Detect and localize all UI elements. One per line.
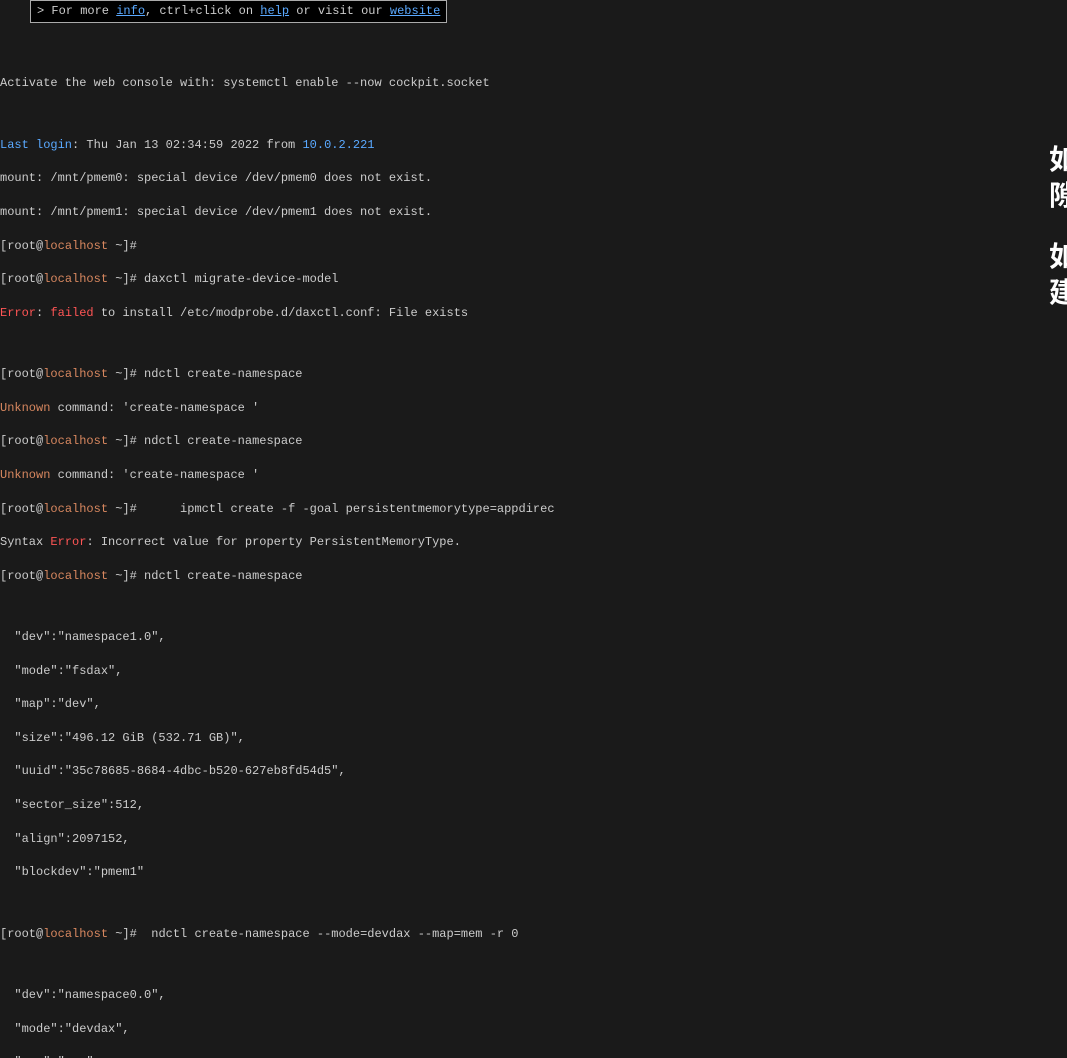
hostname: localhost [43, 239, 108, 253]
failed-word: failed [50, 306, 93, 320]
unknown-2: Unknown command: 'create-namespace ' [0, 467, 1067, 484]
json-ns0-mode: "mode":"devdax", [0, 1021, 1067, 1038]
website-link[interactable]: website [390, 4, 440, 18]
prompt-ndctl-1: [root@localhost ~]# ndctl create-namespa… [0, 366, 1067, 383]
prompt-ndctl-3: [root@localhost ~]# ndctl create-namespa… [0, 568, 1067, 585]
cn-line-2: 隙 [1049, 176, 1067, 212]
daxctl-error: libdaxctl: Error: failed to install /etc… [0, 305, 1067, 322]
json-ns1-align: "align":2097152, [0, 831, 1067, 848]
json-ns1-blk: "blockdev":"pmem1" [0, 864, 1067, 881]
login-ip: 10.0.2.221 [302, 138, 374, 152]
cn-line-1: 如 [1049, 140, 1067, 176]
json-ns1-sect: "sector_size":512, [0, 797, 1067, 814]
syntax-error: Syntax Error: Incorrect value for proper… [0, 534, 1067, 551]
help-bar: > For more info, ctrl+click on help or v… [30, 0, 447, 23]
prompt-daxctl: [root@localhost ~]# daxctl migrate-devic… [0, 271, 1067, 288]
prompt-ipmctl: [root@localhost ~]# ipmctl create -f -go… [0, 501, 1067, 518]
json-ns1-dev: "dev":"namespace1.0", [0, 629, 1067, 646]
help-mid1: , ctrl+click on [145, 4, 260, 18]
last-login-label: Last login [0, 138, 72, 152]
sidebar-chinese-text: 如 隙 如 建 [1049, 140, 1067, 334]
help-mid2: or visit our [289, 4, 390, 18]
error-word: Error [0, 306, 36, 320]
prompt-ndctl-4: [root@localhost ~]# ndctl create-namespa… [0, 926, 1067, 943]
help-link[interactable]: help [260, 4, 289, 18]
json-ns0-map: "map":"mem", [0, 1054, 1067, 1058]
prompt-line: [root@localhost ~]# [0, 238, 1067, 255]
prompt-ndctl-2: [root@localhost ~]# ndctl create-namespa… [0, 433, 1067, 450]
json-ns1-uuid: "uuid":"35c78685-8684-4dbc-b520-627eb8fd… [0, 763, 1067, 780]
help-prefix: > For more [37, 4, 116, 18]
cn-line-4: 建 [1049, 273, 1067, 309]
json-ns1-size: "size":"496.12 GiB (532.71 GB)", [0, 730, 1067, 747]
mount-err-1: mount: /mnt/pmem1: special device /dev/p… [0, 204, 1067, 221]
unknown-word: Unknown [0, 401, 50, 415]
json-ns1-mode: "mode":"fsdax", [0, 663, 1067, 680]
terminal-output[interactable]: Activate the web console with: systemctl… [0, 31, 1067, 1058]
json-ns0-dev: "dev":"namespace0.0", [0, 987, 1067, 1004]
info-link[interactable]: info [116, 4, 145, 18]
cmd-text: daxctl migrate-device-model [144, 272, 338, 286]
json-ns1-map: "map":"dev", [0, 696, 1067, 713]
unknown-1: Unknown command: 'create-namespace ' [0, 400, 1067, 417]
cn-line-3: 如 [1049, 237, 1067, 273]
mount-err-0: mount: /mnt/pmem0: special device /dev/p… [0, 170, 1067, 187]
activate-line: Activate the web console with: systemctl… [0, 75, 1067, 92]
last-login-line: Last login: Thu Jan 13 02:34:59 2022 fro… [0, 137, 1067, 154]
